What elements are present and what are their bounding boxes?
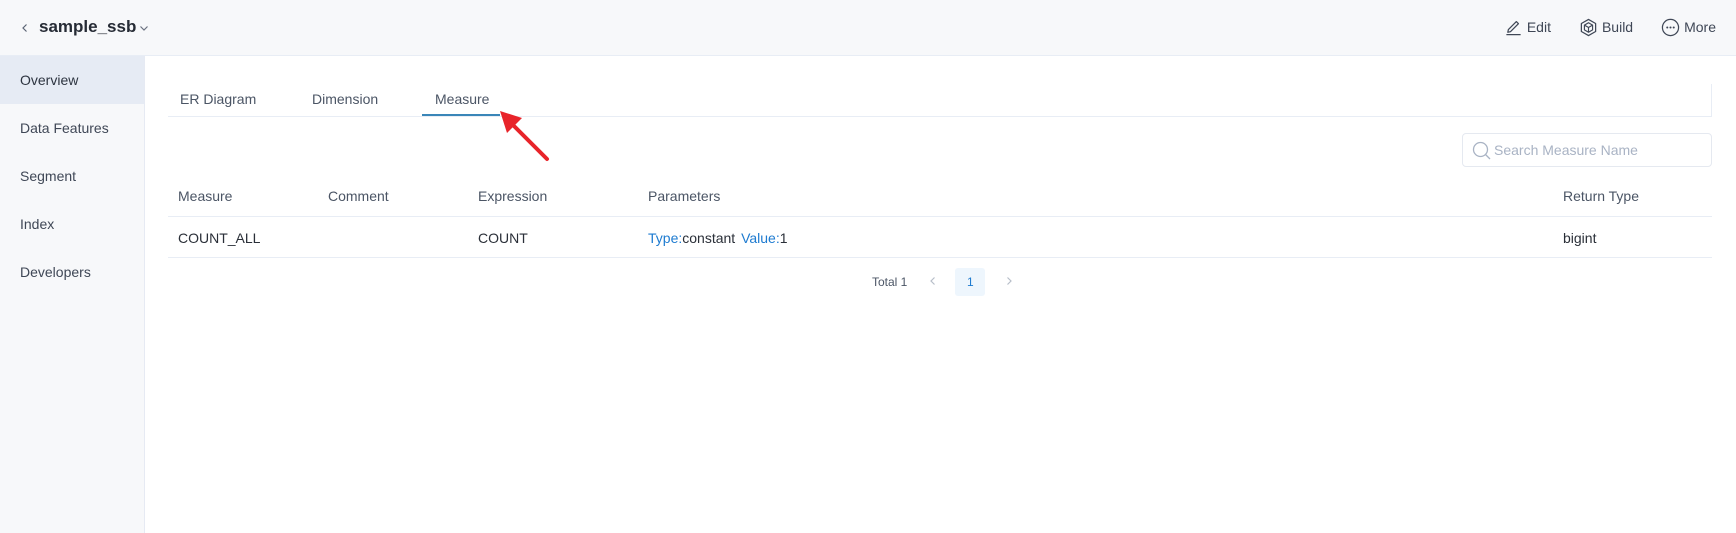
param-type-value: constant	[682, 230, 736, 246]
build-button[interactable]: Build	[1579, 16, 1633, 38]
param-value-key: Value:	[741, 230, 780, 246]
sidebar-item-overview[interactable]: Overview	[0, 56, 144, 104]
more-label: More	[1684, 19, 1716, 35]
search-measure-input[interactable]	[1494, 134, 1704, 166]
search-measure-box	[1462, 133, 1712, 167]
column-header-parameters[interactable]: Parameters	[648, 176, 720, 216]
column-header-return-type[interactable]: Return Type	[1563, 176, 1639, 216]
sidebar-item-index[interactable]: Index	[0, 200, 144, 248]
chevron-left-icon	[22, 24, 27, 32]
edit-button[interactable]: Edit	[1504, 16, 1551, 38]
chevron-down-icon	[140, 26, 148, 31]
active-tab-indicator	[422, 114, 500, 116]
prev-page-button[interactable]	[925, 274, 941, 291]
search-icon	[1472, 141, 1491, 160]
header-actions: Edit Build More	[1504, 16, 1716, 38]
annotation-arrow-icon	[500, 111, 549, 161]
tab-measure[interactable]: Measure	[435, 90, 489, 108]
sidebar-item-segment[interactable]: Segment	[0, 152, 144, 200]
tab-er-diagram[interactable]: ER Diagram	[180, 90, 256, 108]
chevron-right-icon	[1007, 276, 1013, 285]
sidebar: Overview Data Features Segment Index Dev…	[0, 56, 145, 533]
table-row[interactable]: COUNT_ALL COUNT Type:constant Value:1 bi…	[168, 217, 1712, 258]
edit-label: Edit	[1526, 19, 1551, 35]
cell-parameters: Type:constant Value:1	[648, 217, 788, 259]
cube-icon	[1580, 18, 1597, 36]
page-button-current[interactable]: 1	[955, 268, 986, 296]
sidebar-item-developers[interactable]: Developers	[0, 248, 144, 296]
param-value-value: 1	[779, 230, 788, 246]
build-label: Build	[1601, 19, 1634, 35]
more-circle-icon	[1661, 18, 1680, 36]
param-type-key: Type:	[648, 230, 683, 246]
tab-dimension[interactable]: Dimension	[312, 90, 378, 108]
column-header-comment[interactable]: Comment	[328, 176, 389, 216]
pencil-icon	[1506, 20, 1521, 35]
cell-expression: COUNT	[478, 230, 528, 246]
pagination-total: Total 1	[872, 275, 908, 289]
back-button[interactable]	[19, 20, 31, 36]
cell-measure: COUNT_ALL	[178, 230, 261, 246]
column-header-expression[interactable]: Expression	[478, 176, 547, 216]
tab-bar: ER Diagram Dimension Measure	[168, 84, 1712, 117]
more-button[interactable]: More	[1661, 16, 1716, 38]
pagination: Total 1 1	[872, 268, 1017, 296]
measure-table: Measure Comment Expression Parameters Re…	[168, 176, 1712, 258]
column-header-measure[interactable]: Measure	[178, 176, 232, 216]
table-header: Measure Comment Expression Parameters Re…	[168, 176, 1712, 217]
cell-return-type: bigint	[1563, 230, 1597, 246]
next-page-button[interactable]	[1001, 274, 1017, 291]
title-dropdown[interactable]	[138, 20, 150, 40]
page-title: sample_ssb	[39, 17, 137, 36]
sidebar-item-data-features[interactable]: Data Features	[0, 104, 144, 152]
top-header: sample_ssb Edit Build More	[0, 0, 1736, 56]
chevron-left-icon	[930, 276, 936, 285]
